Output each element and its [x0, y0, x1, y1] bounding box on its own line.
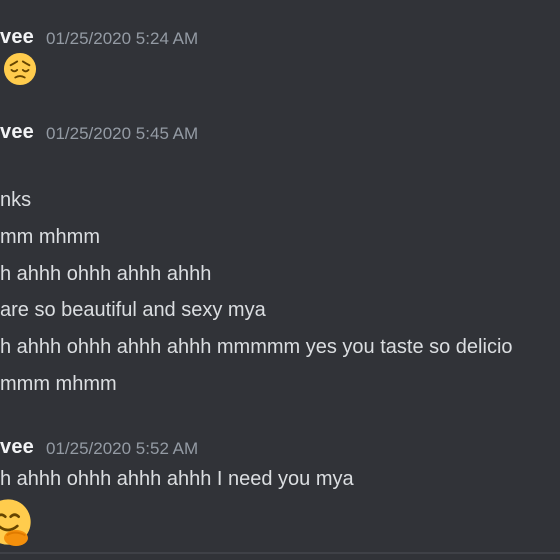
divider: [0, 552, 560, 554]
message-line: mm mhmm: [0, 226, 100, 248]
message-line: are so beautiful and sexy mya: [0, 299, 266, 321]
message-line: h ahhh ohhh ahhh ahhh: [0, 263, 212, 285]
message-line: h ahhh ohhh ahhh ahhh I need you mya: [0, 468, 354, 490]
message-line: nks: [0, 189, 32, 211]
author-name[interactable]: vee: [0, 436, 34, 459]
author-name[interactable]: vee: [0, 26, 34, 49]
message-timestamp[interactable]: 01/25/2020 5:45 AM: [46, 124, 198, 144]
author-name[interactable]: vee: [0, 121, 34, 144]
message-line: mmm mhmm: [0, 373, 117, 395]
pensive-face-emoji-icon: [3, 52, 37, 86]
message-timestamp[interactable]: 01/25/2020 5:52 AM: [46, 439, 198, 459]
message-timestamp[interactable]: 01/25/2020 5:24 AM: [46, 29, 198, 49]
message-line: h ahhh ohhh ahhh ahhh mmmmm yes you tast…: [0, 336, 513, 358]
hugging-face-emoji-icon: [0, 499, 31, 546]
